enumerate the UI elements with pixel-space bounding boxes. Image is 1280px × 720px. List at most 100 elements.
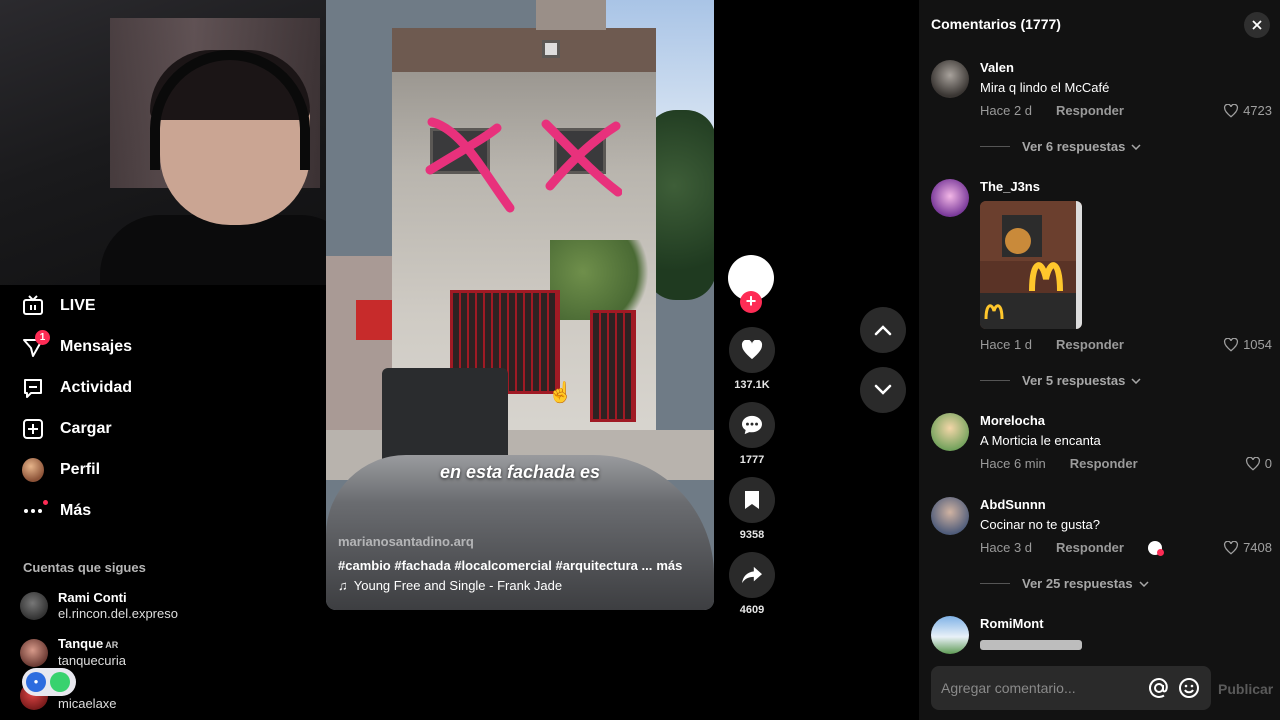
chevron-up-icon <box>874 325 892 336</box>
pink-x-marks <box>425 117 622 213</box>
nav-label-actividad: Actividad <box>60 378 133 396</box>
nav-item-cargar[interactable]: Cargar <box>0 408 300 449</box>
nav-label-perfil: Perfil <box>60 460 101 478</box>
video-hashtags[interactable]: #cambio #fachada #localcomercial #arquit… <box>338 558 682 573</box>
mcdonalds-facade-image <box>980 201 1082 329</box>
comment-avatar[interactable] <box>931 497 969 535</box>
comment-username[interactable]: Morelocha <box>980 413 1045 428</box>
activity-icon <box>22 377 44 399</box>
action-rail: + 137.1K 1777 9358 4609 <box>728 255 776 627</box>
comment-count: 1777 <box>739 454 765 466</box>
previous-video-button[interactable] <box>860 307 906 353</box>
video-building-top <box>392 28 656 72</box>
comment-like-button[interactable]: 0 <box>1245 456 1272 471</box>
reply-button[interactable]: Responder <box>1056 540 1124 555</box>
reply-button[interactable]: Responder <box>1056 337 1124 352</box>
like-count: 137.1K <box>734 379 770 391</box>
comment-button[interactable] <box>729 402 775 448</box>
comment-like-button[interactable]: 1054 <box>1223 337 1272 352</box>
comment-avatar[interactable] <box>931 179 969 217</box>
comment-bubble-icon <box>742 415 762 435</box>
streamer-webcam-overlay <box>0 0 375 285</box>
share-arrow-icon <box>742 566 762 584</box>
comment-time: Hace 6 min <box>980 456 1046 471</box>
account-name: Rami Conti <box>58 590 127 605</box>
nav-item-perfil[interactable]: Perfil <box>0 449 300 490</box>
comment-meta: Hace 2 d Responder <box>980 103 1124 118</box>
video-music[interactable]: ♫ Young Free and Single - Frank Jade <box>338 578 562 593</box>
comment-username[interactable]: Valen <box>980 60 1014 75</box>
account-avatar <box>20 592 48 620</box>
chevron-down-icon <box>1131 143 1141 150</box>
creator-avatar[interactable]: + <box>728 255 774 313</box>
view-replies-button[interactable]: Ver 5 respuestas <box>980 373 1141 388</box>
share-button[interactable] <box>729 552 775 598</box>
emoji-icon[interactable] <box>1177 676 1201 700</box>
country-tag: AR <box>105 640 119 650</box>
reply-button[interactable]: Responder <box>1070 456 1138 471</box>
nav-item-mas[interactable]: Más <box>0 490 300 531</box>
nav-item-live[interactable]: LIVE <box>0 285 300 326</box>
close-comments-button[interactable] <box>1244 12 1270 38</box>
following-account[interactable]: Rami Conti el.rincon.del.expreso <box>20 590 178 622</box>
video-ivy <box>550 240 660 320</box>
following-account[interactable]: Tanque AR tanquecuria <box>20 636 126 669</box>
comment-username[interactable]: The_J3ns <box>980 179 1040 194</box>
next-video-button[interactable] <box>860 367 906 413</box>
follow-plus-button[interactable]: + <box>740 291 762 313</box>
chevron-down-icon <box>1139 580 1149 587</box>
comment-username[interactable]: AbdSunnn <box>980 497 1046 512</box>
comment-time: Hace 3 d <box>980 540 1033 555</box>
account-handle: el.rincon.del.expreso <box>58 606 178 621</box>
comment-image-attachment[interactable] <box>980 201 1082 329</box>
comment-avatar[interactable] <box>931 616 969 654</box>
live-tv-icon <box>22 294 44 317</box>
video-player[interactable]: en esta fachada es marianosantadino.arq … <box>326 0 714 610</box>
publish-button[interactable]: Publicar <box>1218 681 1273 697</box>
save-button[interactable] <box>729 477 775 523</box>
comment-input[interactable] <box>941 680 1141 696</box>
chevron-down-icon <box>874 384 892 395</box>
video-window <box>542 40 560 58</box>
bookmark-icon <box>745 491 759 509</box>
comment-meta: Hace 1 d Responder <box>980 337 1124 352</box>
comment-text: A Morticia le encanta <box>980 433 1101 448</box>
like-button[interactable] <box>729 327 775 373</box>
hashtags-text[interactable]: #cambio #fachada #localcomercial #arquit… <box>338 558 652 573</box>
streamer-body <box>100 215 360 285</box>
comment-like-button[interactable]: 7408 <box>1223 540 1272 555</box>
more-button[interactable]: más <box>656 558 682 573</box>
nav-label-live: LIVE <box>60 296 96 314</box>
replies-divider <box>980 583 1010 584</box>
comment-time: Hace 2 d <box>980 103 1033 118</box>
more-dots-icon <box>22 499 48 522</box>
message-icon: 1 <box>22 329 50 358</box>
view-replies-label: Ver 5 respuestas <box>1022 373 1126 388</box>
video-door-grille <box>590 310 636 422</box>
save-count: 9358 <box>739 529 765 541</box>
comment-username[interactable]: RomiMont <box>980 616 1044 631</box>
comment-avatar[interactable] <box>931 60 969 98</box>
video-author[interactable]: marianosantadino.arq <box>338 534 474 549</box>
comment-like-count: 0 <box>1264 456 1272 471</box>
sidebar-nav: LIVE 1 Mensajes Actividad Cargar Perfil … <box>0 285 300 531</box>
reply-button[interactable]: Responder <box>1056 103 1124 118</box>
heart-outline-icon <box>1224 337 1239 352</box>
mention-icon[interactable] <box>1147 676 1171 700</box>
comment-avatar[interactable] <box>931 413 969 451</box>
nav-item-mensajes[interactable]: 1 Mensajes <box>0 326 300 367</box>
view-replies-button[interactable]: Ver 6 respuestas <box>980 139 1141 154</box>
nav-item-actividad[interactable]: Actividad <box>0 367 300 408</box>
account-handle: micaelaxe <box>58 696 117 711</box>
share-count: 4609 <box>739 604 765 616</box>
comment-image-attachment[interactable] <box>980 640 1082 650</box>
comment-text: Mira q lindo el McCafé <box>980 80 1110 95</box>
messages-badge: 1 <box>35 329 50 345</box>
view-replies-button[interactable]: Ver 25 respuestas <box>980 576 1149 591</box>
heart-outline-icon <box>1224 540 1239 555</box>
comment-text: Cocinar no te gusta? <box>980 517 1100 532</box>
comment-like-button[interactable]: 4723 <box>1223 103 1272 118</box>
mouse-cursor-icon: ☝ <box>548 382 573 404</box>
close-icon <box>1252 20 1262 30</box>
floating-widget[interactable]: ● <box>22 668 76 696</box>
